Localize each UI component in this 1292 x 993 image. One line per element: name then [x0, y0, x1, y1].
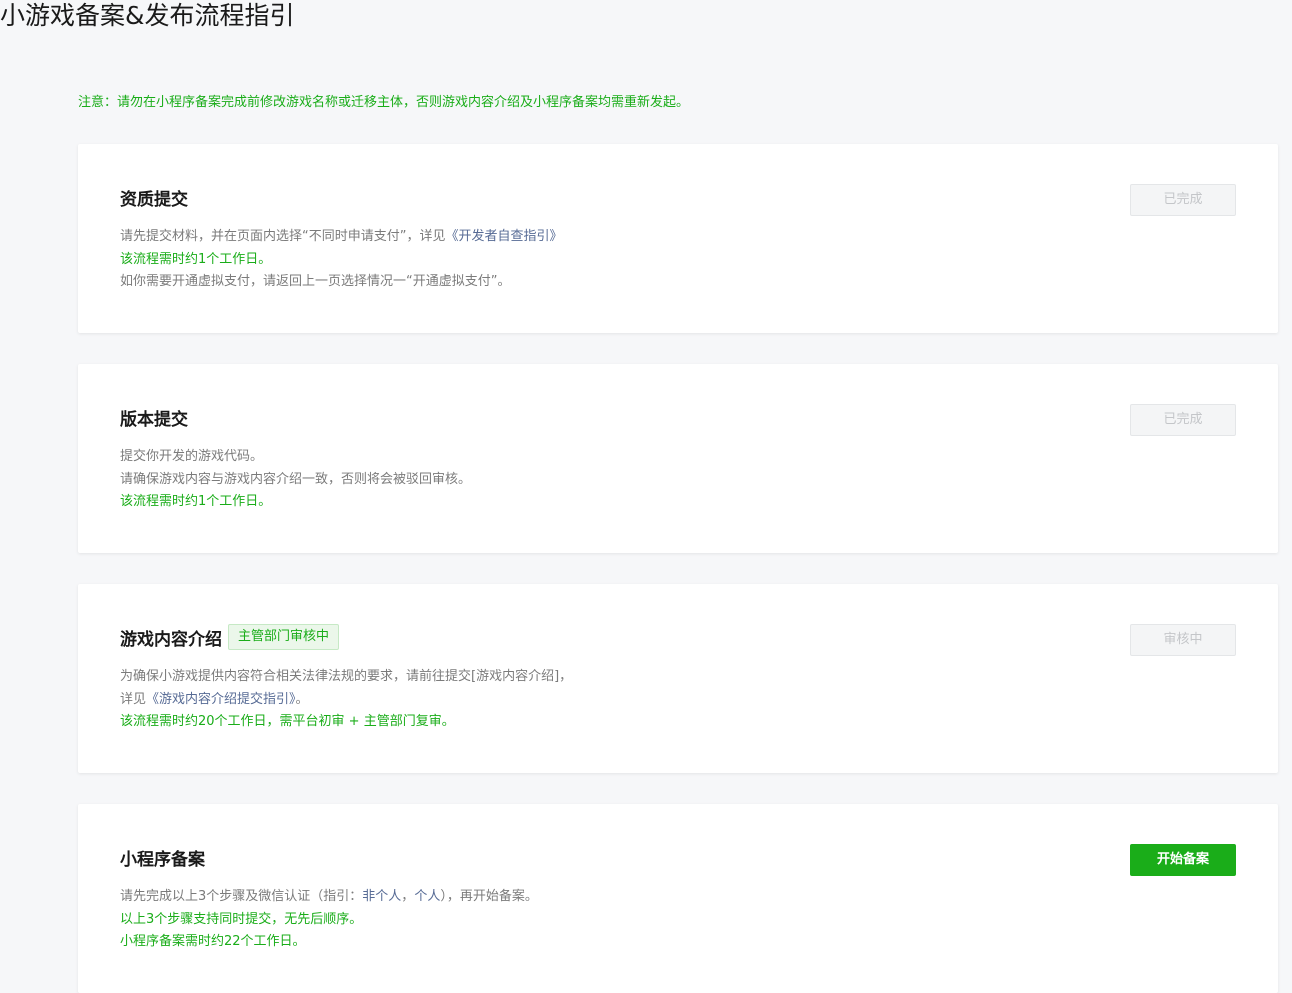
description-text: 请先提交材料，并在页面内选择“不同时申请支付”，详见 — [120, 229, 446, 244]
card-description: 提交你开发的游戏代码。 请确保游戏内容与游戏内容介绍一致，否则将会被驳回审核。 … — [120, 446, 471, 514]
card-description: 请先提交材料，并在页面内选择“不同时申请支付”，详见《开发者自查指引》 该流程需… — [120, 226, 563, 294]
card-header: 小程序备案 — [120, 844, 205, 870]
card-title: 游戏内容介绍 — [120, 629, 222, 650]
non-individual-link[interactable]: 非个人 — [362, 889, 401, 904]
description-text: ），再开始备案。 — [440, 889, 538, 904]
individual-link[interactable]: 个人 — [414, 889, 440, 904]
card-header: 游戏内容介绍 主管部门审核中 — [120, 624, 340, 650]
completed-button: 已完成 — [1130, 184, 1236, 216]
description-line: 提交你开发的游戏代码。 — [120, 449, 264, 464]
self-check-guide-link[interactable]: 《开发者自查指引》 — [445, 229, 562, 244]
description-text: 。 — [295, 691, 309, 707]
card-header: 版本提交 — [120, 404, 188, 430]
card-title: 资质提交 — [120, 189, 188, 210]
description-line: 详见《游戏内容介绍提交指引》。 — [120, 689, 572, 712]
description-line: 请先完成以上3个步骤及微信认证（指引：非个人，个人），再开始备案。 — [120, 886, 538, 909]
step-card-qualification: 资质提交 请先提交材料，并在页面内选择“不同时申请支付”，详见《开发者自查指引》… — [78, 144, 1278, 333]
duration-note: 该流程需时约1个工作日。 — [120, 251, 272, 267]
description-line: 如你需要开通虚拟支付，请返回上一页选择情况一“开通虚拟支付”。 — [120, 274, 511, 289]
card-header: 资质提交 — [120, 184, 188, 210]
content-guide-link[interactable]: 《游戏内容介绍提交指引》 — [146, 692, 296, 707]
card-title: 小程序备案 — [120, 849, 205, 870]
start-filing-button[interactable]: 开始备案 — [1130, 844, 1236, 876]
duration-note: 该流程需时约1个工作日。 — [120, 494, 272, 509]
status-badge: 主管部门审核中 — [228, 624, 340, 650]
description-line: 请确保游戏内容与游戏内容介绍一致，否则将会被驳回审核。 — [120, 471, 472, 487]
step-card-version: 版本提交 提交你开发的游戏代码。 请确保游戏内容与游戏内容介绍一致，否则将会被驳… — [78, 364, 1278, 553]
completed-button: 已完成 — [1130, 404, 1236, 436]
description-text: 请先完成以上3个步骤及微信认证（指引： — [120, 889, 363, 904]
description-text: 详见 — [120, 691, 147, 707]
reviewing-button: 审核中 — [1130, 624, 1236, 656]
description-line: 为确保小游戏提供内容符合相关法律法规的要求，请前往提交[游戏内容介绍]， — [120, 669, 573, 684]
duration-note: 该流程需时约20个工作日，需平台初审 + 主管部门复审。 — [120, 714, 455, 729]
card-title: 版本提交 — [120, 409, 188, 430]
card-description: 请先完成以上3个步骤及微信认证（指引：非个人，个人），再开始备案。 以上3个步骤… — [120, 886, 538, 954]
notice-text: 注意：请勿在小程序备案完成前修改游戏名称或迁移主体，否则游戏内容介绍及小程序备案… — [78, 95, 690, 110]
page-title: 小游戏备案&发布流程指引 — [0, 1, 295, 30]
duration-note: 小程序备案需时约22个工作日。 — [120, 934, 306, 949]
step-card-filing: 小程序备案 请先完成以上3个步骤及微信认证（指引：非个人，个人），再开始备案。 … — [78, 804, 1278, 993]
description-line: 请先提交材料，并在页面内选择“不同时申请支付”，详见《开发者自查指引》 — [120, 226, 563, 249]
step-card-game-content: 游戏内容介绍 主管部门审核中 为确保小游戏提供内容符合相关法律法规的要求，请前往… — [78, 584, 1278, 773]
description-text: ， — [401, 889, 415, 904]
order-note: 以上3个步骤支持同时提交，无先后顺序。 — [120, 911, 363, 927]
card-description: 为确保小游戏提供内容符合相关法律法规的要求，请前往提交[游戏内容介绍]， 详见《… — [120, 666, 572, 734]
